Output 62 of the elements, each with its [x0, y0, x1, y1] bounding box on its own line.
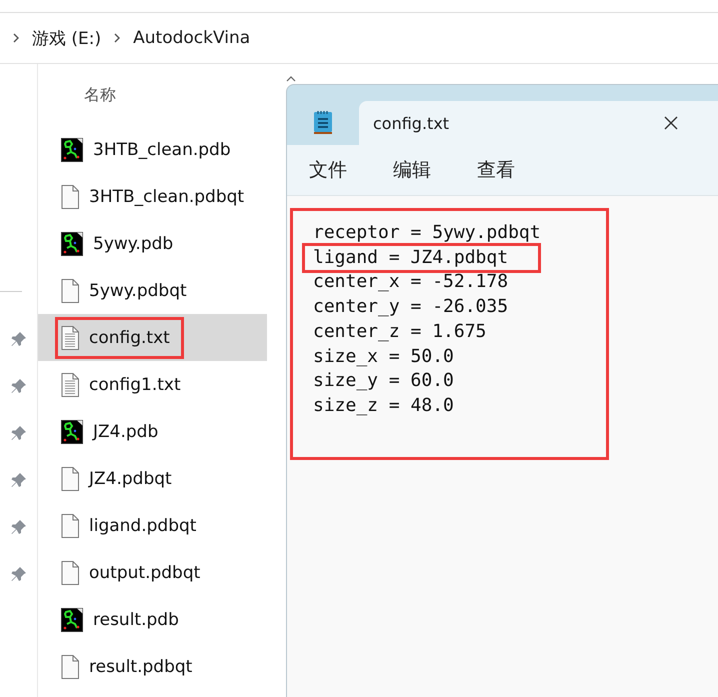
menu-item[interactable]: 编辑 — [381, 157, 465, 183]
file-row[interactable]: 3HTB_clean.pdbqt — [38, 173, 267, 220]
file-name: JZ4.pdb — [93, 422, 158, 442]
text-file-icon — [61, 326, 79, 350]
file-name: 5ywy.pdb — [93, 234, 174, 254]
file-row[interactable]: output.pdbqt — [38, 549, 267, 596]
molecule-file-icon — [61, 608, 83, 632]
file-name: 5ywy.pdbqt — [89, 280, 187, 300]
file-row[interactable]: 5ywy.pdb — [38, 220, 267, 267]
file-name: result.pdbqt — [89, 656, 192, 676]
column-header[interactable]: 名称 — [84, 84, 116, 106]
file-row[interactable]: ligand.pdbqt — [38, 502, 267, 549]
pin-icon[interactable] — [10, 471, 28, 489]
file-row[interactable]: config1.txt — [38, 361, 267, 408]
file-icon — [61, 278, 79, 302]
file-icon — [61, 514, 79, 538]
text-line: ligand = JZ4.pdbqt — [305, 246, 538, 270]
molecule-file-icon — [61, 420, 83, 444]
menu-item[interactable]: 文件 — [297, 157, 381, 183]
file-row[interactable]: 3HTB_clean.pdb — [38, 126, 267, 173]
pin-icon[interactable] — [10, 424, 28, 442]
chevron-icon — [12, 33, 20, 43]
breadcrumb-item[interactable]: 游戏 (E:) — [32, 26, 102, 50]
file-row[interactable]: JZ4.pdb — [38, 408, 267, 455]
document-tab[interactable]: config.txt — [359, 101, 718, 145]
molecule-file-icon — [61, 232, 83, 256]
text-line: receptor = 5ywy.pdbqt — [313, 221, 541, 245]
file-name: 3HTB_clean.pdbqt — [89, 186, 244, 206]
text-file-icon — [61, 372, 79, 396]
text-line: size_x = 50.0 — [313, 344, 454, 369]
file-icon — [61, 654, 79, 678]
molecule-file-icon — [61, 138, 83, 162]
file-row[interactable]: result.pdbqt — [38, 643, 267, 690]
file-icon — [61, 560, 79, 584]
text-line: size_z = 48.0 — [313, 394, 454, 418]
file-name: JZ4.pdbqt — [89, 468, 172, 488]
breadcrumb-item[interactable]: AutodockVina — [133, 28, 250, 48]
file-row[interactable]: 5ywy.pdbqt — [38, 267, 267, 314]
file-name: 3HTB_clean.pdb — [93, 140, 231, 160]
text-area[interactable]: receptor = 5ywy.pdbqt ligand = JZ4.pdbqt center_x = -52.178 center_y = -26.035 center_z = 1.675 size_x = 50.0 size_y = 60.0 size_z = 48.0 — [290, 208, 609, 460]
pin-icon[interactable] — [10, 565, 28, 583]
text-line: center_x = -52.178 — [313, 270, 508, 294]
file-name: config.txt — [89, 328, 170, 348]
menu-item[interactable]: 查看 — [465, 157, 549, 183]
file-name: output.pdbqt — [89, 562, 200, 582]
text-line: center_y = -26.035 — [313, 295, 508, 320]
file-name: config1.txt — [89, 374, 181, 394]
file-row[interactable]: config.txt — [38, 314, 267, 361]
text-line: size_y = 60.0 — [313, 369, 454, 394]
pin-icon[interactable] — [10, 377, 28, 395]
file-name: ligand.pdbqt — [89, 516, 196, 536]
notepad-icon — [313, 110, 333, 136]
text-line: center_z = 1.675 — [313, 320, 486, 344]
pin-icon[interactable] — [10, 330, 28, 348]
file-name: result.pdb — [93, 610, 179, 630]
file-icon — [61, 466, 79, 490]
file-row[interactable]: result.pdb — [38, 596, 267, 643]
file-icon — [61, 184, 79, 208]
sort-caret-icon — [286, 76, 296, 82]
pin-icon[interactable] — [10, 518, 28, 536]
chevron-icon — [113, 33, 122, 43]
file-row[interactable]: JZ4.pdbqt — [38, 455, 267, 502]
